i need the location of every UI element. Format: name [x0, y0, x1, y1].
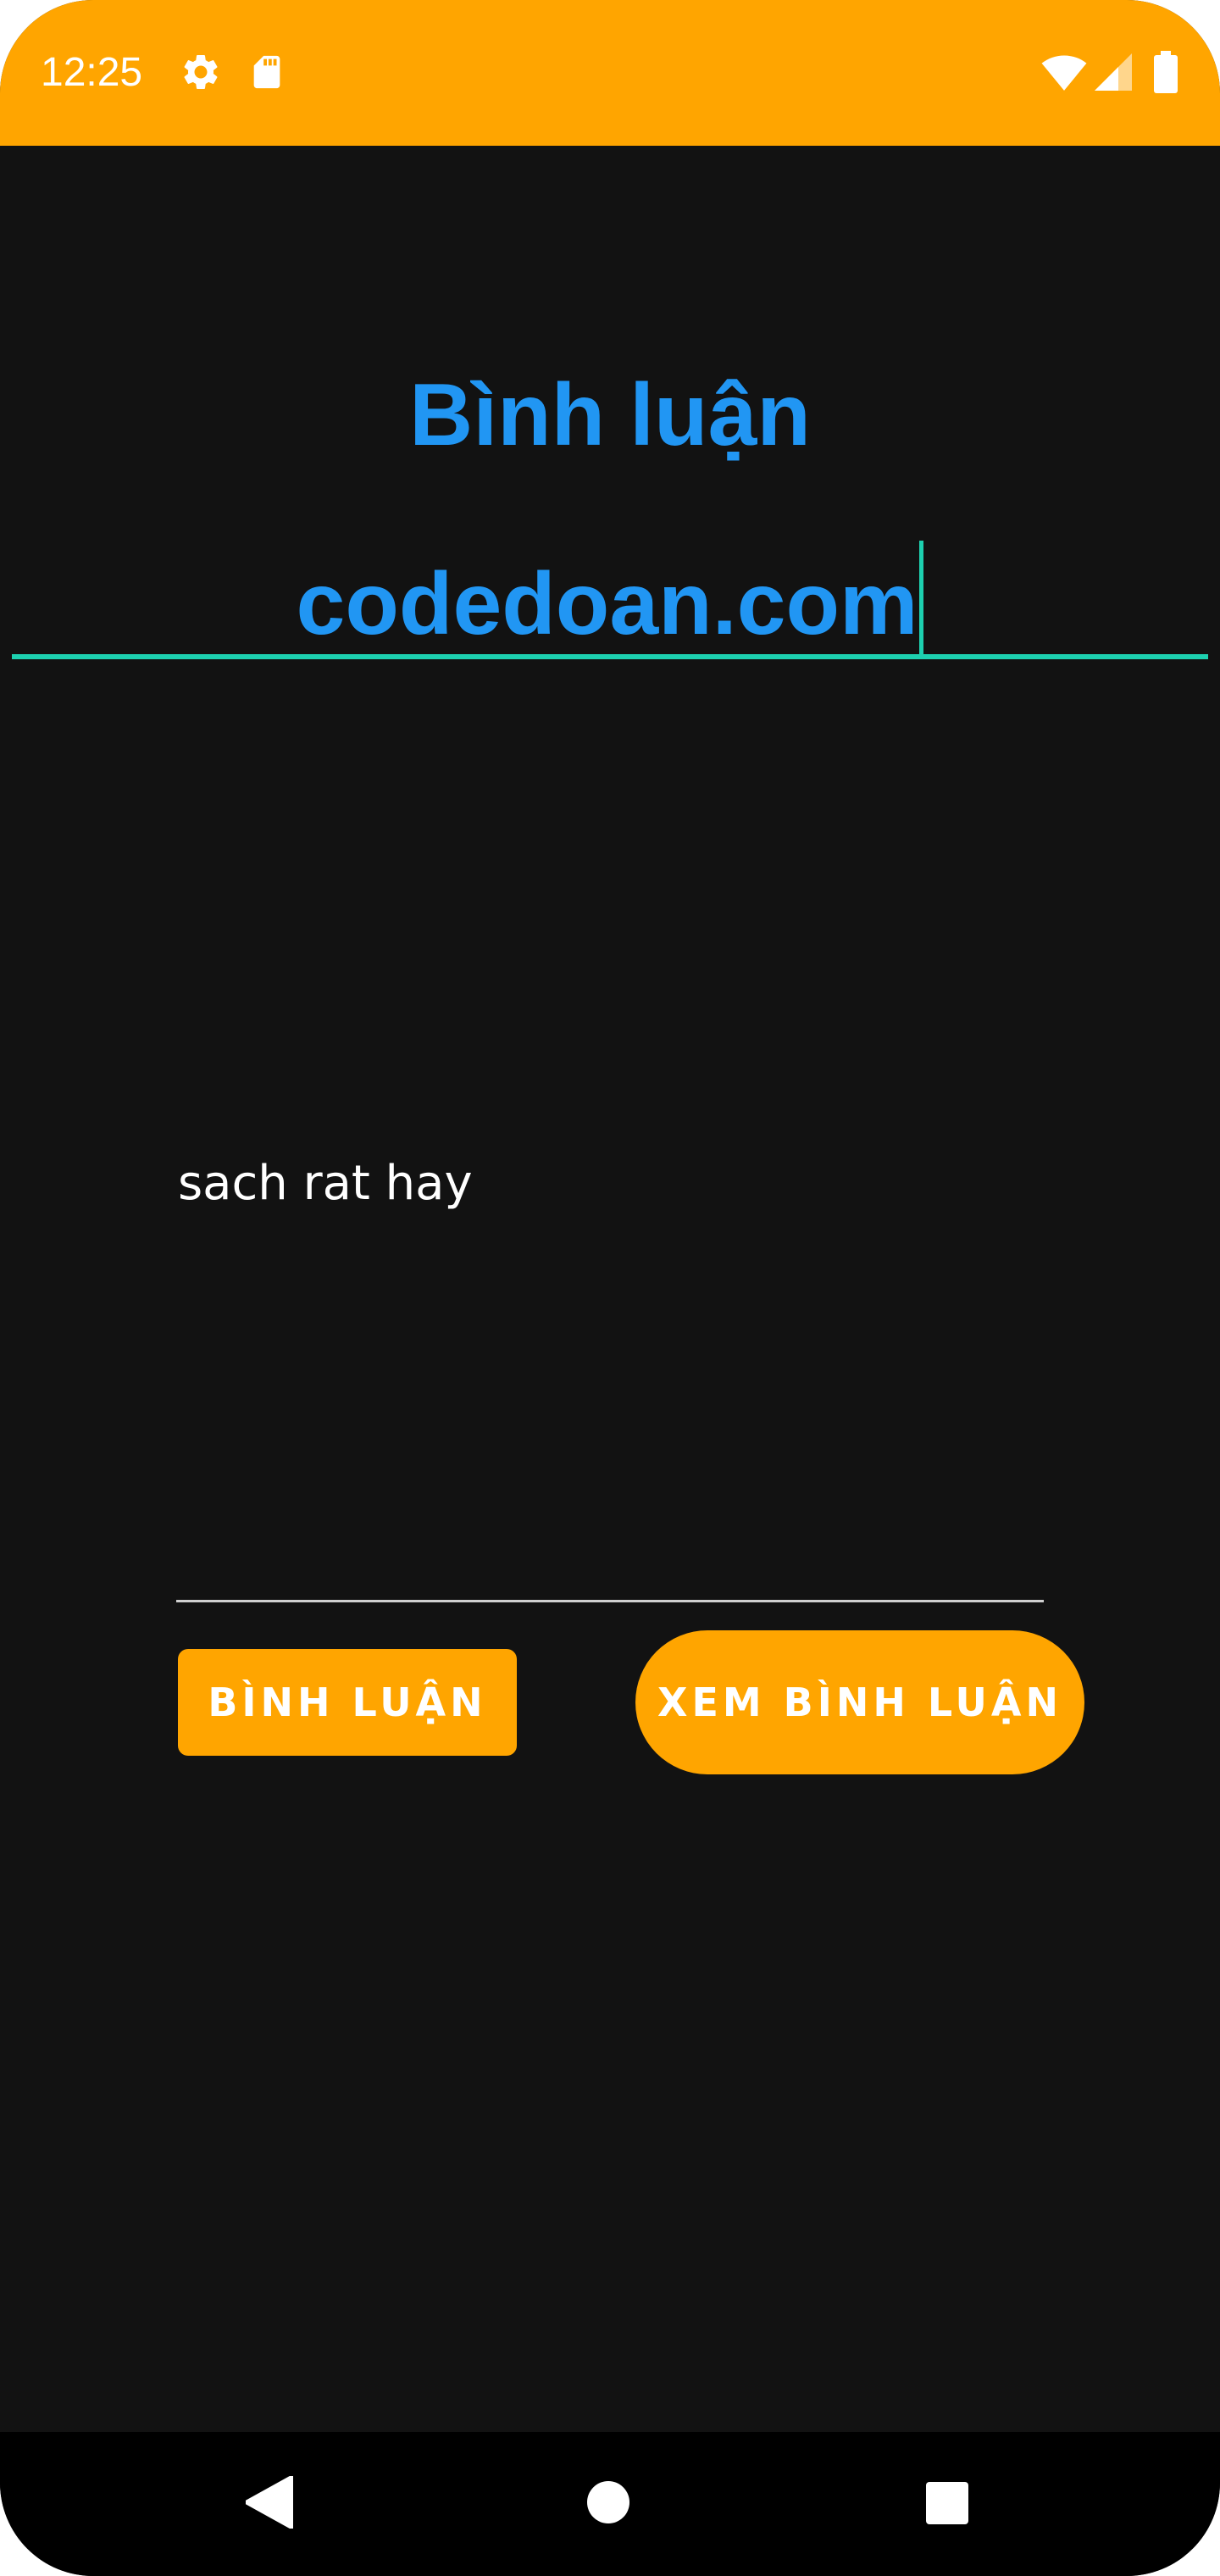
status-time: 12:25 — [41, 50, 143, 95]
view-comments-button[interactable]: XEM BÌNH LUẬN — [635, 1630, 1084, 1774]
navigation-bar — [0, 2432, 1220, 2576]
sd-card-icon — [247, 51, 286, 97]
status-bar: 12:25 — [0, 0, 1220, 146]
text-cursor — [919, 541, 924, 659]
battery-icon — [1154, 51, 1178, 97]
comment-button[interactable]: BÌNH LUẬN — [178, 1649, 517, 1756]
wifi-icon — [1040, 53, 1088, 96]
comment-input-value: sach rat hay — [178, 1156, 473, 1211]
site-input[interactable]: codedoan.com — [12, 517, 1208, 661]
home-icon[interactable] — [586, 2480, 630, 2529]
phone-screen: 12:25 Bình luận codedoan.com sach rat ha… — [0, 0, 1220, 2576]
cellular-signal-icon — [1095, 53, 1132, 96]
back-icon[interactable] — [244, 2474, 295, 2533]
site-input-underline — [12, 654, 1208, 659]
comment-input[interactable]: sach rat hay — [176, 1135, 1044, 1610]
site-input-value: codedoan.com — [296, 555, 918, 653]
comment-input-underline — [176, 1600, 1044, 1602]
recents-icon[interactable] — [925, 2481, 969, 2529]
site-input-text-wrap: codedoan.com — [12, 541, 1208, 659]
page-title: Bình luận — [409, 366, 811, 464]
gear-icon — [180, 51, 222, 97]
